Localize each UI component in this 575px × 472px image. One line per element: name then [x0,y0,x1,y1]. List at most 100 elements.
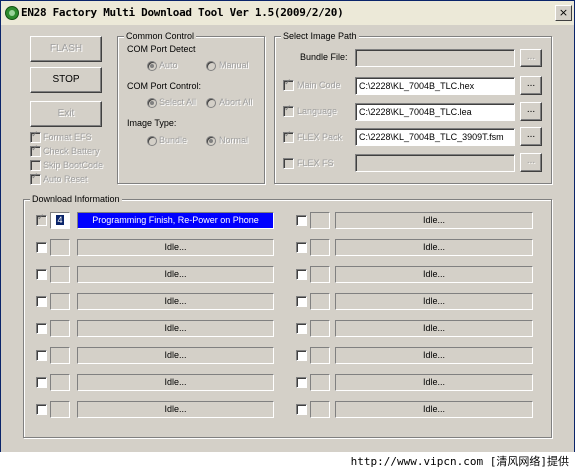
download-status-bar: Idle... [77,401,274,418]
download-status-bar: Idle... [335,320,533,337]
port-number-field[interactable] [310,239,330,256]
footer-text: http://www.vipcn.com [清风网络]提供 [350,455,569,468]
footer-watermark: http://www.vipcn.com [清风网络]提供 [0,452,575,472]
select-all-radio[interactable] [147,98,157,108]
download-info-title: Download Information [30,194,122,204]
abort-all-label: Abort All [219,97,253,107]
flex-fs-field[interactable] [355,154,515,172]
port-checkbox[interactable] [36,269,47,280]
port-checkbox[interactable] [296,215,307,226]
bundle-label: Bundle [159,135,188,145]
download-status-bar: Idle... [77,266,274,283]
option-label: Skip BootCode [43,160,104,170]
checkmark-icon: ✓ [31,144,39,154]
bundle-radio[interactable] [147,136,157,146]
option-checkbox[interactable]: ✓ [30,130,41,143]
app-icon [5,6,19,20]
language-field[interactable]: C:\2228\KL_7004B_TLC.lea [355,103,515,121]
normal-label: Normal [219,135,249,145]
port-checkbox[interactable] [296,323,307,334]
port-number-field[interactable] [310,320,330,337]
port-checkbox[interactable] [36,377,47,388]
port-number-field[interactable] [50,401,70,418]
port-checkbox[interactable] [36,242,47,253]
port-number-field[interactable] [310,212,330,229]
manual-radio[interactable] [206,61,216,71]
main-code-checkbox[interactable]: ✓ [283,78,294,91]
flex-fs-checkbox[interactable] [283,158,294,169]
image-type-label: Image Type: [127,118,177,128]
flex-fs-browse-button[interactable]: ... [520,153,542,172]
port-number-field[interactable] [310,374,330,391]
bundle-file-browse-button[interactable]: ... [520,49,542,67]
port-checkbox[interactable] [36,323,47,334]
port-checkbox[interactable] [296,377,307,388]
port-checkbox[interactable] [296,350,307,361]
port-number-field[interactable] [310,293,330,310]
download-status-bar: Idle... [335,401,533,418]
flash-button[interactable]: FLASH [30,36,102,62]
option-label: Auto Reset [43,174,88,184]
common-control-group: Common Control [117,31,265,184]
port-checkbox[interactable] [296,242,307,253]
com-port-detect-label: COM Port Detect [127,44,196,54]
main-code-browse-button[interactable]: ... [520,76,542,95]
port-number-field[interactable] [310,401,330,418]
download-status-bar: Idle... [77,293,274,310]
auto-label: Auto [159,60,178,70]
normal-radio[interactable] [206,136,216,146]
flex-fs-label: FLEX FS [297,158,334,168]
download-status-bar: Idle... [335,293,533,310]
flex-pack-field[interactable]: C:\2228\KL_7004B_TLC_3909T.fsm [355,128,515,146]
download-status-bar: Idle... [77,320,274,337]
download-status-bar: Idle... [335,212,533,229]
port-checkbox[interactable] [36,350,47,361]
port-number-field[interactable]: 4 [50,212,70,229]
flex-pack-checkbox[interactable]: ✓ [283,130,294,143]
common-control-title: Common Control [124,31,197,41]
abort-all-radio[interactable] [206,98,216,108]
port-number-field[interactable] [50,239,70,256]
checkmark-icon: ✓ [37,213,45,223]
option-checkbox[interactable] [30,160,41,171]
main-code-field[interactable]: C:\2228\KL_7004B_TLC.hex [355,77,515,95]
com-port-control-label: COM Port Control: [127,81,202,91]
download-status-bar: Idle... [77,374,274,391]
flex-pack-browse-button[interactable]: ... [520,127,542,146]
option-label: Format EFS [43,132,92,142]
language-browse-button[interactable]: ... [520,102,542,121]
port-number-field[interactable] [50,293,70,310]
port-number-field[interactable] [310,347,330,364]
app-window: EN28 Factory Multi Download Tool Ver 1.5… [0,0,575,472]
option-checkbox[interactable]: ✓ [30,144,41,157]
port-checkbox[interactable] [36,296,47,307]
port-number-field[interactable] [310,266,330,283]
port-number-field[interactable] [50,266,70,283]
close-button[interactable]: × [555,5,572,21]
port-checkbox[interactable] [296,404,307,415]
exit-button[interactable]: Exit [30,101,102,127]
port-number-field[interactable] [50,374,70,391]
select-all-label: Select All [159,97,197,107]
stop-button[interactable]: STOP [30,67,102,93]
port-number-field[interactable] [50,347,70,364]
main-code-label: Main Code [297,80,341,90]
title-bar: EN28 Factory Multi Download Tool Ver 1.5… [1,1,574,26]
image-path-title: Select Image Path [281,31,359,41]
option-checkbox[interactable]: ✓ [30,172,41,185]
checkmark-icon: ✓ [31,130,39,140]
port-number-field[interactable] [50,320,70,337]
bundle-file-field[interactable] [355,49,515,67]
auto-radio[interactable] [147,61,157,71]
port-checkbox[interactable]: ✓ [36,213,47,226]
port-checkbox[interactable] [296,296,307,307]
option-label: Check Battery [43,146,100,156]
download-status-bar: Idle... [335,374,533,391]
port-number: 4 [56,215,64,225]
bundle-file-label: Bundle File: [300,52,348,62]
port-checkbox[interactable] [36,404,47,415]
language-checkbox[interactable]: ✓ [283,104,294,117]
download-status-bar: Idle... [335,266,533,283]
port-checkbox[interactable] [296,269,307,280]
download-status-bar: Idle... [77,239,274,256]
